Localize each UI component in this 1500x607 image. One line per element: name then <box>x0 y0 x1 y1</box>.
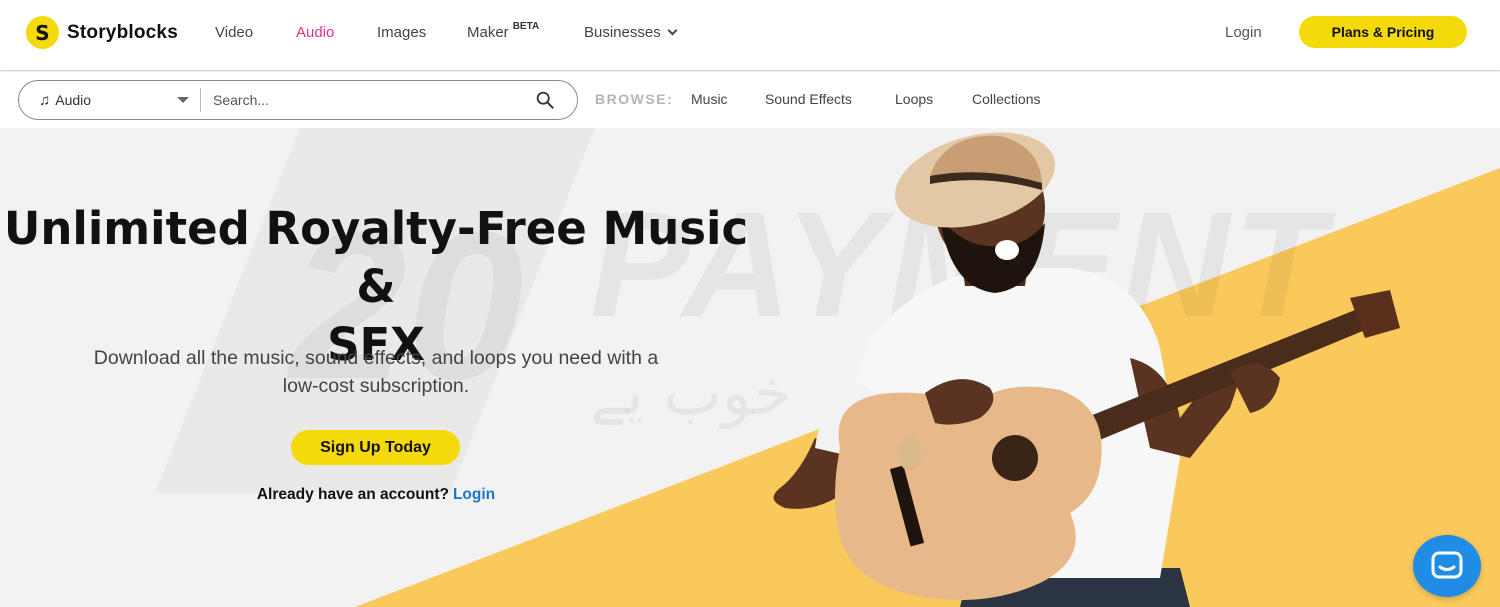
nav-businesses[interactable]: Businesses <box>584 24 678 41</box>
hero-title-line1: Unlimited Royalty-Free Music & <box>3 202 749 313</box>
logo-mark-icon: S <box>26 16 59 49</box>
top-navigation: S Storyblocks Video Audio Images Maker BE… <box>0 0 1500 71</box>
hero-section: 20 PAYMENT خوب یے Unlimited Royalty-Free… <box>0 128 1500 607</box>
account-prompt-text: Already have an account? <box>256 486 449 503</box>
beta-badge: BETA <box>512 21 540 32</box>
account-login-link[interactable]: Login <box>453 486 495 503</box>
nav-maker[interactable]: Maker BETA <box>467 21 540 41</box>
guitarist-photo <box>773 132 1400 607</box>
plans-pricing-button[interactable]: Plans & Pricing <box>1299 16 1467 48</box>
nav-businesses-label: Businesses <box>584 24 661 41</box>
search-type-dropdown[interactable]: ♫ Audio <box>19 81 199 119</box>
hero-subtitle-line1: Download all the music, sound effects, a… <box>93 347 659 369</box>
chat-button[interactable] <box>1413 535 1481 597</box>
browse-music[interactable]: Music <box>691 91 728 107</box>
nav-images[interactable]: Images <box>377 24 426 41</box>
search-divider <box>200 88 201 112</box>
browse-sound-effects[interactable]: Sound Effects <box>765 91 852 107</box>
search-input[interactable] <box>213 85 523 115</box>
caret-down-icon <box>177 97 189 103</box>
account-prompt: Already have an account? Login <box>0 486 752 504</box>
search-bar: ♫ Audio BROWSE: Music Sound Effects Loop… <box>0 72 1500 128</box>
browse-label: BROWSE: <box>595 91 674 107</box>
storyblocks-logo[interactable]: S Storyblocks <box>26 16 178 49</box>
nav-maker-label: Maker <box>467 24 509 41</box>
login-link[interactable]: Login <box>1225 24 1262 41</box>
search-box: ♫ Audio <box>18 80 578 120</box>
search-type-label: Audio <box>55 92 92 108</box>
chevron-down-icon <box>667 25 678 36</box>
nav-audio[interactable]: Audio <box>296 24 334 41</box>
browse-collections[interactable]: Collections <box>972 91 1040 107</box>
music-note-icon: ♫ <box>39 91 51 109</box>
chat-bubble-icon <box>1431 551 1463 579</box>
hero-subtitle-line2: low-cost subscription. <box>282 375 470 397</box>
browse-loops[interactable]: Loops <box>895 91 933 107</box>
sign-up-button[interactable]: Sign Up Today <box>291 430 460 465</box>
nav-video[interactable]: Video <box>215 24 253 41</box>
logo-text: Storyblocks <box>67 21 178 43</box>
hero-subtitle: Download all the music, sound effects, a… <box>40 344 712 400</box>
search-icon[interactable] <box>536 91 554 109</box>
